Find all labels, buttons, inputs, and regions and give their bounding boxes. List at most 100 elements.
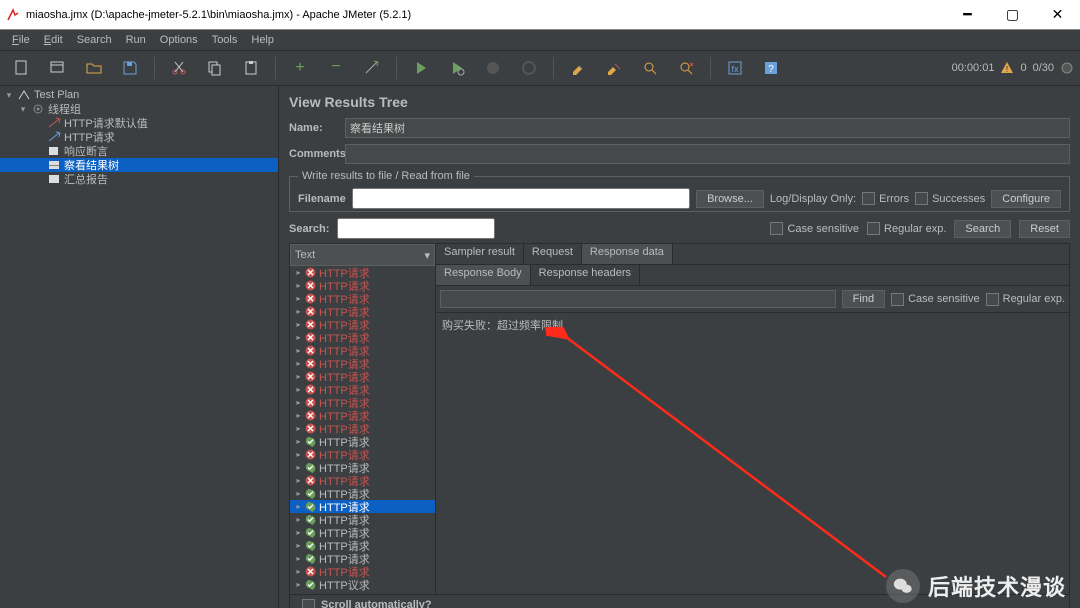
tree-response-assertion[interactable]: 响应断言 (0, 144, 278, 158)
pass-icon (303, 501, 317, 513)
menu-tools[interactable]: Tools (206, 32, 244, 48)
close-button[interactable]: ✕ (1035, 0, 1080, 29)
comments-input[interactable] (345, 144, 1070, 164)
successes-checkbox[interactable]: Successes (915, 192, 985, 205)
subtab-response-body[interactable]: Response Body (436, 265, 531, 285)
menu-help[interactable]: Help (245, 32, 280, 48)
clear-icon[interactable] (562, 54, 594, 82)
pass-icon (303, 540, 317, 552)
tree-http-defaults[interactable]: HTTP请求默认值 (0, 116, 278, 130)
help-icon[interactable]: ? (755, 54, 787, 82)
fail-icon (303, 566, 317, 578)
tree-thread-group[interactable]: ▾线程组 (0, 102, 278, 116)
stop-icon[interactable] (477, 54, 509, 82)
search-label: Search: (289, 223, 329, 235)
maximize-button[interactable]: ▢ (990, 0, 1035, 29)
reset-search-icon[interactable] (670, 54, 702, 82)
reset-button[interactable]: Reset (1019, 220, 1070, 238)
fail-icon (303, 410, 317, 422)
fail-icon (303, 397, 317, 409)
svg-text:−: − (331, 59, 340, 75)
name-input[interactable] (345, 118, 1070, 138)
response-body-area[interactable]: 购买失败：超过频率限制 (436, 313, 1069, 594)
open-icon[interactable] (78, 54, 110, 82)
subtab-response-headers[interactable]: Response headers (531, 265, 640, 285)
results-left-pane: Text▾ ▸HTTP请求▸HTTP请求▸HTTP请求▸HTTP请求▸HTTP请… (290, 244, 436, 594)
write-results-fieldset: Write results to file / Read from file F… (289, 170, 1070, 212)
fail-icon (303, 475, 317, 487)
filename-input[interactable] (352, 188, 690, 209)
tab-request[interactable]: Request (524, 244, 582, 264)
results-list[interactable]: ▸HTTP请求▸HTTP请求▸HTTP请求▸HTTP请求▸HTTP请求▸HTTP… (290, 266, 435, 594)
start-icon[interactable] (405, 54, 437, 82)
svg-text:!: ! (1006, 65, 1008, 74)
fail-icon (303, 384, 317, 396)
new-icon[interactable] (6, 54, 38, 82)
warning-icon: ! (1000, 61, 1014, 75)
find-regexp-checkbox[interactable]: Regular exp. (986, 293, 1065, 306)
templates-icon[interactable] (42, 54, 74, 82)
start-notimers-icon[interactable] (441, 54, 473, 82)
renderer-combo[interactable]: Text▾ (290, 244, 435, 266)
paste-icon[interactable] (235, 54, 267, 82)
fail-icon (303, 267, 317, 279)
window-title: miaosha.jmx (D:\apache-jmeter-5.2.1\bin\… (26, 9, 411, 21)
write-results-legend: Write results to file / Read from file (298, 170, 474, 182)
regexp-checkbox[interactable]: Regular exp. (867, 222, 946, 235)
menu-edit[interactable]: Edit (38, 32, 69, 48)
menu-search[interactable]: Search (71, 32, 118, 48)
save-icon[interactable] (114, 54, 146, 82)
menu-run[interactable]: Run (120, 32, 152, 48)
search-input[interactable] (337, 218, 495, 239)
result-row[interactable]: ▸HTTP议求 (290, 578, 435, 591)
test-plan-tree[interactable]: ▾Test Plan ▾线程组 HTTP请求默认值 HTTP请求 响应断言 察看… (0, 86, 279, 608)
scroll-auto-checkbox[interactable] (302, 599, 315, 608)
collapse-icon[interactable]: − (320, 54, 352, 82)
case-sensitive-checkbox[interactable]: Case sensitive (770, 222, 859, 235)
browse-button[interactable]: Browse... (696, 190, 764, 208)
shutdown-icon[interactable] (513, 54, 545, 82)
functions-icon[interactable]: fx (719, 54, 751, 82)
fail-icon (303, 449, 317, 461)
pass-icon (303, 436, 317, 448)
tree-http-request[interactable]: HTTP请求 (0, 130, 278, 144)
filename-label: Filename (298, 193, 346, 205)
configure-button[interactable]: Configure (991, 190, 1061, 208)
menu-file[interactable]: File (6, 32, 36, 48)
elapsed-time: 00:00:01 (952, 62, 995, 74)
search-tool-icon[interactable] (634, 54, 666, 82)
status-indicator-icon (1060, 61, 1074, 75)
menu-options[interactable]: Options (154, 32, 204, 48)
fail-icon (303, 332, 317, 344)
tree-view-results-tree[interactable]: 察看结果树 (0, 158, 278, 172)
minimize-button[interactable]: ━ (945, 0, 990, 29)
find-input[interactable] (440, 290, 836, 308)
expand-icon[interactable]: + (284, 54, 316, 82)
scroll-auto-row[interactable]: Scroll automatically? (289, 595, 1070, 608)
pass-icon (303, 553, 317, 565)
tab-response-data[interactable]: Response data (582, 244, 673, 264)
errors-checkbox[interactable]: Errors (862, 192, 909, 205)
fail-icon (303, 280, 317, 292)
cut-icon[interactable] (163, 54, 195, 82)
name-label: Name: (289, 122, 345, 134)
find-button[interactable]: Find (842, 290, 885, 308)
panel-title: View Results Tree (289, 94, 1070, 110)
tree-test-plan[interactable]: ▾Test Plan (0, 88, 278, 102)
scroll-auto-label: Scroll automatically? (321, 599, 432, 608)
tree-summary-report[interactable]: 汇总报告 (0, 172, 278, 186)
toggle-icon[interactable] (356, 54, 388, 82)
svg-text:+: + (295, 59, 304, 76)
pass-icon (303, 488, 317, 500)
find-case-sensitive-checkbox[interactable]: Case sensitive (891, 293, 980, 306)
search-button[interactable]: Search (954, 220, 1011, 238)
jmeter-app-icon (6, 8, 20, 22)
tab-sampler-result[interactable]: Sampler result (436, 244, 524, 264)
copy-icon[interactable] (199, 54, 231, 82)
result-label: HTTP议求 (319, 577, 370, 593)
svg-text:?: ? (768, 64, 774, 75)
thread-count: 0/30 (1033, 62, 1054, 74)
clearall-icon[interactable] (598, 54, 630, 82)
fail-icon (303, 319, 317, 331)
response-body-text: 购买失败：超过频率限制 (442, 320, 563, 332)
